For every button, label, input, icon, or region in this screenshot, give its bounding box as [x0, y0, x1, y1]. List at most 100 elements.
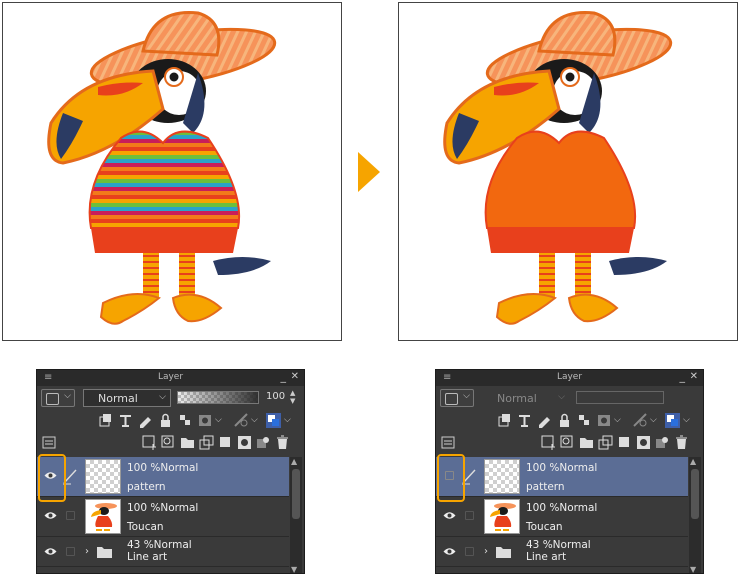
layer-name: Line art: [526, 551, 567, 563]
apply-mask-icon[interactable]: [255, 434, 272, 451]
trash-icon[interactable]: [274, 434, 291, 451]
layer-color-toggle-icon[interactable]: [664, 412, 681, 429]
minimize-icon[interactable]: _: [680, 370, 686, 383]
scrollbar-thumb[interactable]: [292, 469, 300, 519]
blend-mode-select[interactable]: Normal ⌵: [482, 389, 570, 407]
chevron-down-icon: ⌵: [64, 391, 71, 401]
layer-color-swatch-icon: [46, 393, 59, 405]
layer-property-toggle-icon[interactable]: [440, 434, 457, 451]
scroll-up-icon[interactable]: ▲: [690, 457, 696, 466]
apply-mask-icon[interactable]: [654, 434, 671, 451]
chevron-down-icon[interactable]: ⌵: [284, 415, 301, 432]
visibility-toggle[interactable]: [37, 537, 63, 566]
layer-mask-icon[interactable]: [236, 434, 253, 451]
new-folder-icon[interactable]: [578, 434, 595, 451]
layer-select-checkbox[interactable]: [66, 547, 75, 556]
ruler-range-icon[interactable]: [233, 412, 250, 429]
transfer-to-lower-layer-icon[interactable]: [198, 434, 215, 451]
draft-layer-icon[interactable]: [536, 412, 553, 429]
new-vector-layer-icon[interactable]: [559, 434, 576, 451]
blend-mode-select[interactable]: Normal ⌵: [83, 389, 171, 407]
minimize-icon[interactable]: _: [281, 370, 287, 383]
layer-row-line-art[interactable]: › 43 %Normal Line art: [436, 537, 688, 567]
close-icon[interactable]: ✕: [690, 371, 698, 382]
layer-row-toucan[interactable]: 100 %Normal Toucan: [37, 497, 289, 537]
toucan-thumbnail-icon: [91, 503, 117, 531]
layer-row-pattern[interactable]: 100 %Normal pattern: [37, 457, 289, 497]
transfer-to-lower-layer-icon[interactable]: [597, 434, 614, 451]
reference-layer-icon[interactable]: [516, 412, 533, 429]
layer-color-dropdown[interactable]: ⌵: [41, 389, 75, 407]
layer-property-toggle-icon[interactable]: [41, 434, 58, 451]
chevron-down-icon[interactable]: ⌵: [614, 415, 631, 432]
visibility-highlight: [38, 454, 66, 502]
layer-select-checkbox[interactable]: [465, 511, 474, 520]
layer-list: 100 %Normal pattern 100 %Normal Toucan ›…: [37, 457, 304, 573]
layer-select-checkbox[interactable]: [66, 511, 75, 520]
scrollbar-thumb[interactable]: [691, 469, 699, 519]
layer-name: Toucan: [127, 521, 164, 533]
layer-opacity-blend: 43 %Normal: [526, 539, 591, 551]
eye-icon: [443, 512, 456, 519]
close-icon[interactable]: ✕: [291, 371, 299, 382]
lock-icon[interactable]: [157, 412, 174, 429]
visibility-toggle[interactable]: [37, 497, 63, 536]
layer-list-scrollbar[interactable]: ▲ ▼: [689, 457, 701, 573]
new-raster-layer-icon[interactable]: [141, 434, 158, 451]
layer-row-pattern[interactable]: 100 %Normal pattern: [436, 457, 688, 497]
panel-title: Layer: [157, 372, 184, 382]
draft-layer-icon[interactable]: [137, 412, 154, 429]
right-triangle-icon: [358, 152, 380, 192]
lock-transparent-pixels-icon[interactable]: [177, 412, 194, 429]
trash-icon[interactable]: [673, 434, 690, 451]
ruler-range-icon[interactable]: [632, 412, 649, 429]
new-vector-layer-icon[interactable]: [160, 434, 177, 451]
merge-down-icon[interactable]: [616, 434, 633, 451]
folder-icon: [97, 547, 112, 558]
mask-icon[interactable]: [596, 412, 613, 429]
new-raster-layer-icon[interactable]: [540, 434, 557, 451]
mask-icon[interactable]: [197, 412, 214, 429]
layer-thumbnail: [484, 499, 520, 534]
layer-row-line-art[interactable]: › 43 %Normal Line art: [37, 537, 289, 567]
chevron-right-icon[interactable]: ›: [85, 546, 89, 557]
layer-mask-icon[interactable]: [635, 434, 652, 451]
layer-panel-before: ≡ Layer _ ✕ ⌵ Normal ⌵ 100 ▲ ▼ ⌵ ⌵ ⌵ 100…: [36, 369, 305, 574]
layer-list-scrollbar[interactable]: ▲ ▼: [290, 457, 302, 573]
opacity-spinner-icon[interactable]: ▲ ▼: [290, 389, 295, 405]
clip-to-layer-below-icon[interactable]: [97, 412, 114, 429]
chevron-down-icon[interactable]: ⌵: [215, 415, 232, 432]
chevron-down-icon: ⌵: [159, 392, 166, 402]
new-folder-icon[interactable]: [179, 434, 196, 451]
opacity-slider[interactable]: [576, 391, 664, 404]
opacity-slider[interactable]: [177, 391, 259, 404]
chevron-down-icon[interactable]: ⌵: [683, 415, 700, 432]
folder-icon: [496, 547, 511, 558]
layer-row-toucan[interactable]: 100 %Normal Toucan: [436, 497, 688, 537]
opacity-value[interactable]: 100: [266, 391, 285, 402]
layer-name: pattern: [127, 481, 166, 493]
reference-layer-icon[interactable]: [117, 412, 134, 429]
scroll-down-icon[interactable]: ▼: [690, 565, 696, 573]
lock-icon[interactable]: [556, 412, 573, 429]
scroll-up-icon[interactable]: ▲: [291, 457, 297, 466]
clip-to-layer-below-icon[interactable]: [496, 412, 513, 429]
lock-transparent-pixels-icon[interactable]: [576, 412, 593, 429]
layer-select-checkbox[interactable]: [465, 547, 474, 556]
merge-down-icon[interactable]: [217, 434, 234, 451]
layer-color-dropdown[interactable]: ⌵: [440, 389, 474, 407]
layer-list: 100 %Normal pattern 100 %Normal Toucan ›…: [436, 457, 703, 573]
layer-name: pattern: [526, 481, 565, 493]
layer-thumbnail: [85, 499, 121, 534]
layer-name: Line art: [127, 551, 168, 563]
panel-titlebar: ≡ Layer _ ✕: [436, 370, 703, 386]
layer-color-swatch-icon: [445, 393, 458, 405]
visibility-toggle[interactable]: [436, 537, 462, 566]
chevron-right-icon[interactable]: ›: [484, 546, 488, 557]
canvas-before: [2, 2, 342, 341]
layer-opacity-blend: 100 %Normal: [127, 502, 199, 514]
layer-color-toggle-icon[interactable]: [265, 412, 282, 429]
scroll-down-icon[interactable]: ▼: [291, 565, 297, 573]
visibility-toggle[interactable]: [436, 497, 462, 536]
eye-icon: [44, 548, 57, 555]
